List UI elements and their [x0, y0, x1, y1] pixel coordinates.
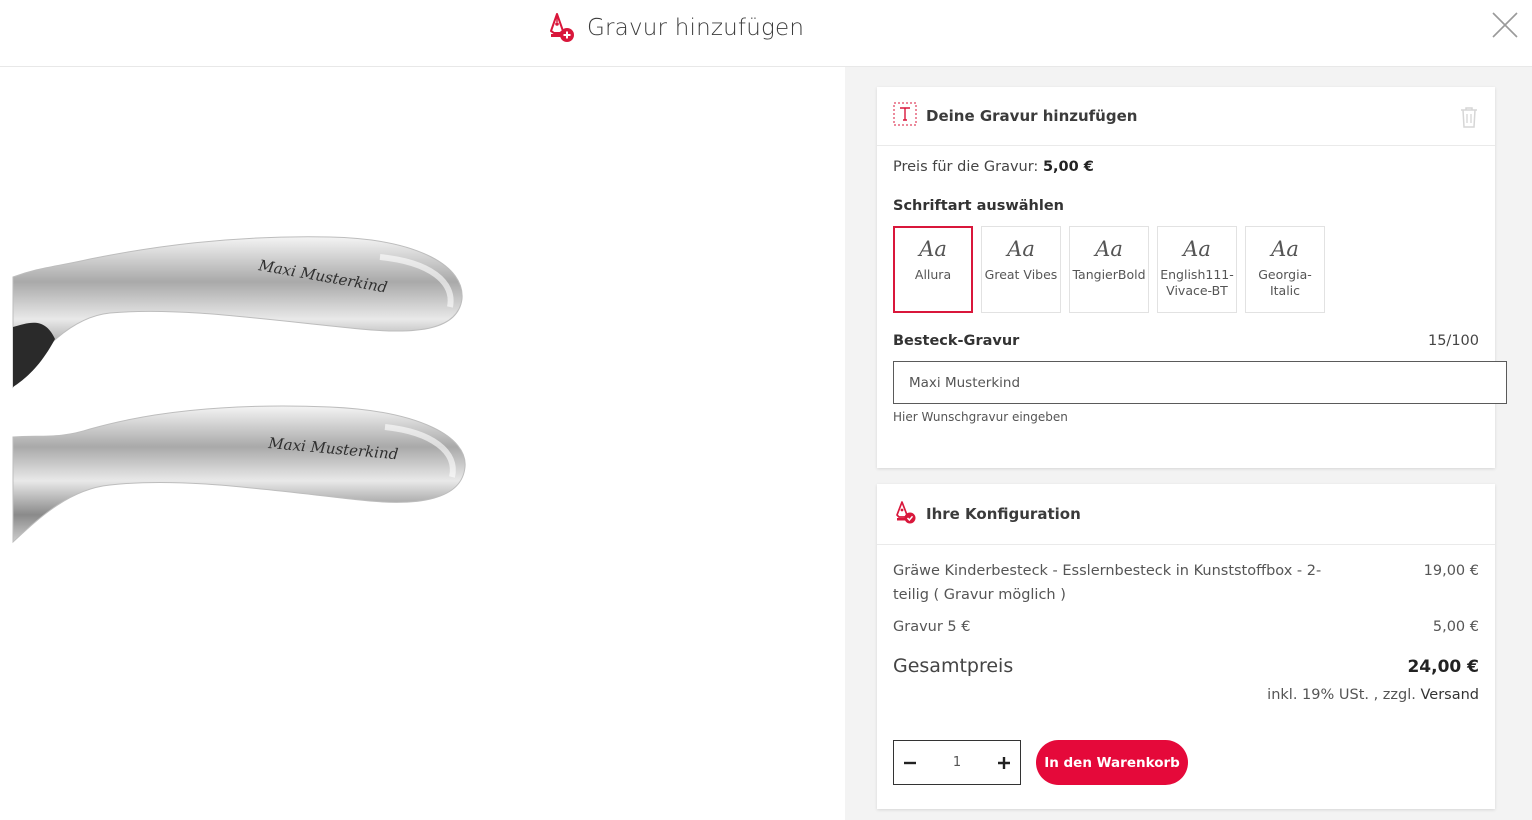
- total-price-label: Gesamtpreis: [893, 655, 1014, 677]
- engraving-field-label: Besteck-Gravur: [893, 333, 1020, 349]
- config-row-label: Gräwe Kinderbesteck - Esslernbesteck in …: [893, 563, 1322, 603]
- configuration-card-title: Ihre Konfiguration: [926, 505, 1081, 523]
- character-counter: 15/100: [1427, 333, 1479, 349]
- font-picker: Aa Allura Aa Great Vibes Aa TangierBold …: [893, 226, 1325, 313]
- font-section-label: Schriftart auswählen: [893, 198, 1065, 214]
- configuration-card-header: Ihre Konfiguration: [877, 484, 1495, 545]
- font-option-georgia-italic[interactable]: Aa Georgia-Italic: [1245, 226, 1325, 313]
- shipping-link[interactable]: Versand: [1420, 687, 1479, 703]
- increase-quantity-button[interactable]: [988, 741, 1020, 784]
- engraving-hint: Hier Wunschgravur eingeben: [893, 410, 1068, 424]
- close-button[interactable]: [1490, 10, 1520, 40]
- engraving-preview: Maxi Musterkind Maxi Musterkind: [0, 67, 845, 820]
- font-name: Georgia-Italic: [1258, 267, 1312, 298]
- font-sample: Aa: [1095, 237, 1123, 261]
- engraving-card: Deine Gravur hinzufügen Preis für die Gr…: [877, 87, 1507, 468]
- config-row-label: Gravur 5 €: [893, 619, 971, 635]
- font-sample: Aa: [919, 237, 947, 261]
- configuration-card: Ihre Konfiguration Gräwe Kinderbesteck -…: [877, 484, 1495, 809]
- cutlery-preview-image: Maxi Musterkind Maxi Musterkind: [12, 236, 466, 544]
- engraving-price-value: 5,00 €: [1042, 159, 1094, 175]
- pen-add-icon: [545, 9, 577, 47]
- modal-header: Gravur hinzufügen: [0, 0, 1532, 67]
- font-sample: Aa: [1007, 237, 1035, 261]
- total-price-value: 24,00 €: [1407, 657, 1479, 677]
- font-option-allura[interactable]: Aa Allura: [893, 226, 973, 313]
- config-row-value: 5,00 €: [1432, 619, 1479, 635]
- config-panel: Deine Gravur hinzufügen Preis für die Gr…: [845, 67, 1532, 820]
- tax-text: inkl. 19% USt. , zzgl.: [1267, 687, 1416, 703]
- config-row-value: 19,00 €: [1423, 563, 1479, 579]
- config-row-product: Gräwe Kinderbesteck - Esslernbesteck in …: [893, 559, 1479, 609]
- trash-icon[interactable]: [1459, 106, 1479, 132]
- font-name: English111-Vivace-BT: [1160, 267, 1234, 298]
- font-name: TangierBold: [1072, 267, 1146, 282]
- font-name: Great Vibes: [984, 267, 1058, 282]
- text-icon: [893, 102, 917, 130]
- config-row-engraving: Gravur 5 € 5,00 €: [893, 615, 1479, 639]
- modal-title-group: Gravur hinzufügen: [545, 10, 804, 46]
- tax-note: inkl. 19% USt. , zzgl. Versand: [1267, 687, 1479, 703]
- minus-icon[interactable]: [903, 756, 917, 770]
- engraving-card-title: Deine Gravur hinzufügen: [926, 107, 1138, 125]
- add-to-cart-button[interactable]: In den Warenkorb: [1036, 740, 1188, 785]
- quantity-stepper: 1: [893, 740, 1021, 785]
- engraving-text-input[interactable]: [893, 361, 1507, 404]
- font-option-tangierbold[interactable]: Aa TangierBold: [1069, 226, 1149, 313]
- font-sample: Aa: [1183, 237, 1211, 261]
- engraving-price-label: Preis für die Gravur:: [893, 159, 1039, 175]
- font-option-english111[interactable]: Aa English111-Vivace-BT: [1157, 226, 1237, 313]
- close-icon[interactable]: [1490, 10, 1520, 40]
- engraving-price: Preis für die Gravur: 5,00 €: [893, 159, 1094, 175]
- font-sample: Aa: [1271, 237, 1299, 261]
- quantity-value[interactable]: 1: [926, 755, 988, 770]
- page-title: Gravur hinzufügen: [587, 15, 805, 41]
- font-name: Allura: [914, 267, 952, 282]
- plus-icon[interactable]: [997, 756, 1011, 770]
- font-option-great-vibes[interactable]: Aa Great Vibes: [981, 226, 1061, 313]
- decrease-quantity-button[interactable]: [894, 741, 926, 784]
- pen-check-icon: [893, 499, 917, 529]
- engraving-card-header: Deine Gravur hinzufügen: [877, 87, 1495, 146]
